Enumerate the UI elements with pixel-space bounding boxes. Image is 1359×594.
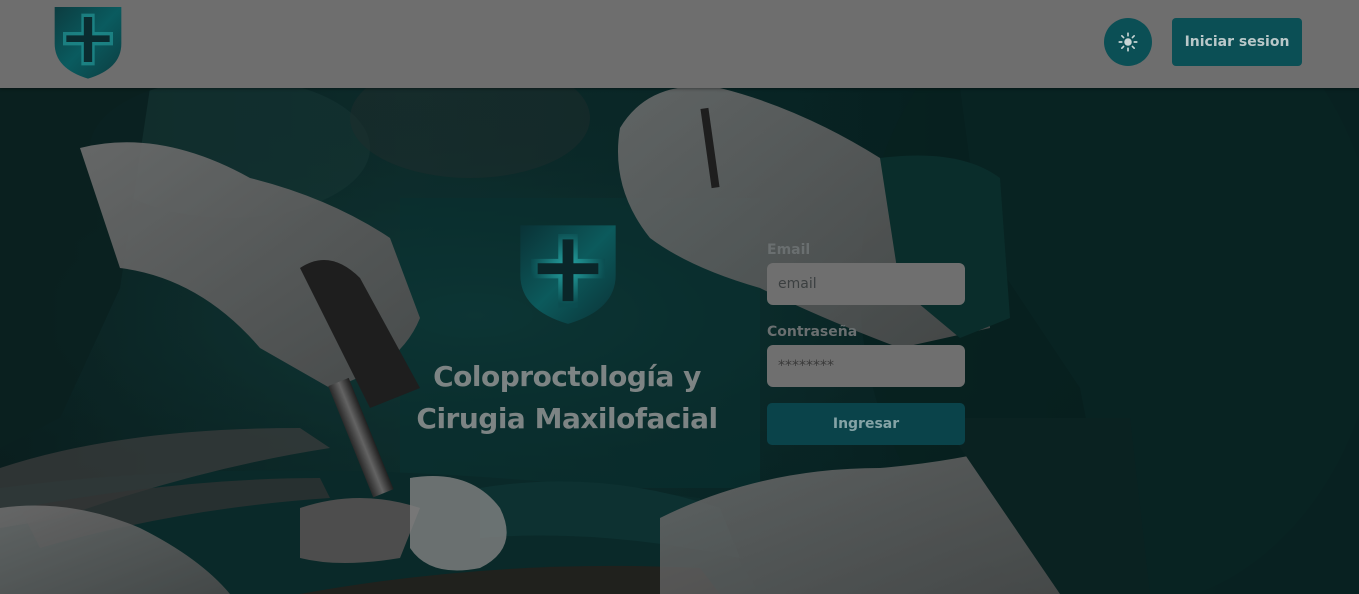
brand-title-line1: Coloproctología y — [433, 360, 701, 393]
email-label: Email — [767, 242, 811, 258]
sun-icon — [1118, 32, 1138, 52]
brand-title: Coloproctología y Cirugia Maxilofacial — [400, 356, 734, 440]
password-label: Contraseña — [767, 324, 858, 340]
hero-section — [0, 88, 1359, 594]
top-navbar: Iniciar sesion — [0, 0, 1359, 88]
clinic-logo[interactable] — [46, 2, 130, 82]
login-page: Iniciar sesion Coloproctología y Cirugia… — [0, 0, 1359, 594]
password-input[interactable] — [767, 345, 965, 387]
theme-toggle-button[interactable] — [1104, 18, 1152, 66]
hero-dark-overlay — [0, 88, 1359, 594]
login-button[interactable]: Iniciar sesion — [1172, 18, 1302, 66]
medical-cross-shield-icon — [520, 225, 616, 324]
submit-button[interactable]: Ingresar — [767, 403, 965, 445]
email-input[interactable] — [767, 263, 965, 305]
brand-title-line2: Cirugia Maxilofacial — [416, 402, 718, 435]
